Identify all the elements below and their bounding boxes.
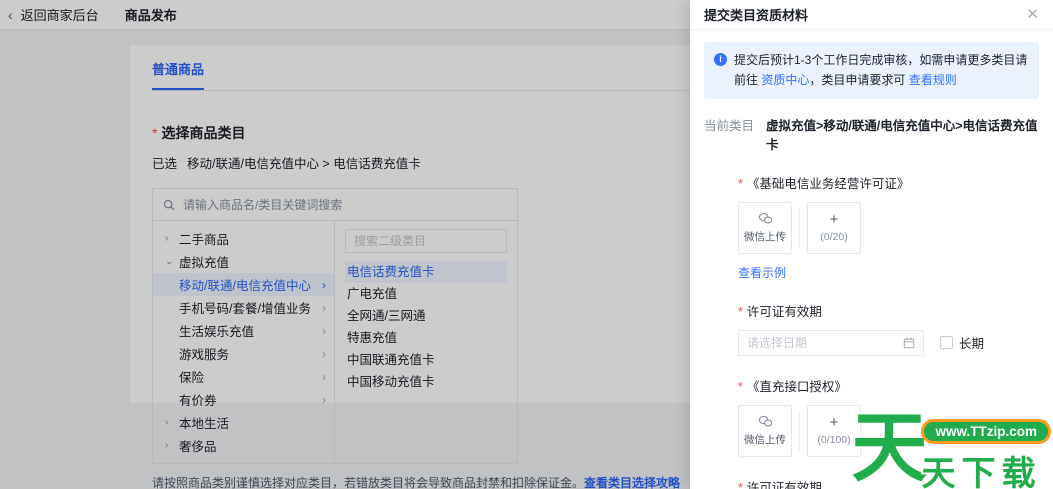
required-asterisk: * xyxy=(738,176,743,191)
view-example-link[interactable]: 查看示例 xyxy=(738,264,786,281)
required-asterisk: * xyxy=(738,480,743,489)
field-label-direct-recharge-auth: * 《直充接口授权》 xyxy=(738,376,1039,395)
date-placeholder: 请选择日期 xyxy=(747,336,808,351)
drawer-title: 提交类目资质材料 xyxy=(704,8,809,23)
plus-icon: + xyxy=(829,211,839,229)
field-label-text: 许可证有效期 xyxy=(746,480,822,489)
current-category-row: 当前类目 虚拟充值>移动/联通/电信充值中心>电信话费充值卡 xyxy=(704,115,1039,153)
checkbox-icon xyxy=(940,336,953,350)
view-rules-link[interactable]: 查看规则 xyxy=(909,73,957,87)
upload-count: (0/20) xyxy=(820,231,848,244)
required-asterisk: * xyxy=(738,379,743,394)
upload-label: 微信上传 xyxy=(744,230,786,243)
current-category-label: 当前类目 xyxy=(704,118,755,133)
field-label-license-validity-1: * 许可证有效期 xyxy=(738,301,1039,320)
upload-count: (0/100) xyxy=(817,434,851,447)
wechat-icon xyxy=(758,415,772,427)
wechat-upload-button[interactable]: 微信上传 xyxy=(738,404,792,457)
notice-text-mid: ，类目申请要求可 xyxy=(809,73,909,88)
review-notice-banner: i 提交后预计1-3个工作日完成审核，如需申请更多类目请前往 资质中心，类目申请… xyxy=(704,42,1039,99)
wechat-upload-button[interactable]: 微信上传 xyxy=(738,201,792,254)
add-file-button[interactable]: + (0/100) xyxy=(807,404,861,457)
info-icon: i xyxy=(714,53,727,66)
long-term-checkbox-1[interactable]: 长期 xyxy=(940,333,984,352)
checkbox-label: 长期 xyxy=(959,337,985,352)
upload-row-basic-telecom-license: 微信上传 + (0/20) xyxy=(738,201,1039,254)
notice-text: 提交后预计1-3个工作日完成审核，如需申请更多类目请前往 资质中心，类目申请要求… xyxy=(734,50,1029,91)
wechat-icon xyxy=(758,212,772,224)
divider xyxy=(799,207,800,248)
qualification-drawer: 提交类目资质材料 ✕ i 提交后预计1-3个工作日完成审核，如需申请更多类目请前… xyxy=(690,0,1053,489)
qualification-center-link[interactable]: 资质中心 xyxy=(761,73,809,87)
date-picker-input-1[interactable]: 请选择日期 xyxy=(738,329,924,356)
upload-row-direct-recharge-auth: 微信上传 + (0/100) xyxy=(738,404,1039,457)
drawer-header: 提交类目资质材料 ✕ xyxy=(690,0,1053,30)
close-icon[interactable]: ✕ xyxy=(1026,7,1039,22)
divider xyxy=(799,410,800,451)
calendar-icon xyxy=(903,337,915,349)
current-category-value: 虚拟充值>移动/联通/电信充值中心>电信话费充值卡 xyxy=(766,118,1038,152)
field-label-license-validity-2: * 许可证有效期 xyxy=(738,477,1039,489)
field-label-text: 《直充接口授权》 xyxy=(746,379,847,394)
field-label-text: 许可证有效期 xyxy=(746,304,822,319)
required-asterisk: * xyxy=(738,304,743,319)
add-file-button[interactable]: + (0/20) xyxy=(807,201,861,254)
upload-label: 微信上传 xyxy=(744,433,786,446)
field-label-text: 《基础电信业务经营许可证》 xyxy=(746,176,910,191)
field-label-basic-telecom-license: * 《基础电信业务经营许可证》 xyxy=(738,173,1039,192)
validity-row-1: 请选择日期 长期 xyxy=(738,329,1039,356)
plus-icon: + xyxy=(829,414,839,432)
